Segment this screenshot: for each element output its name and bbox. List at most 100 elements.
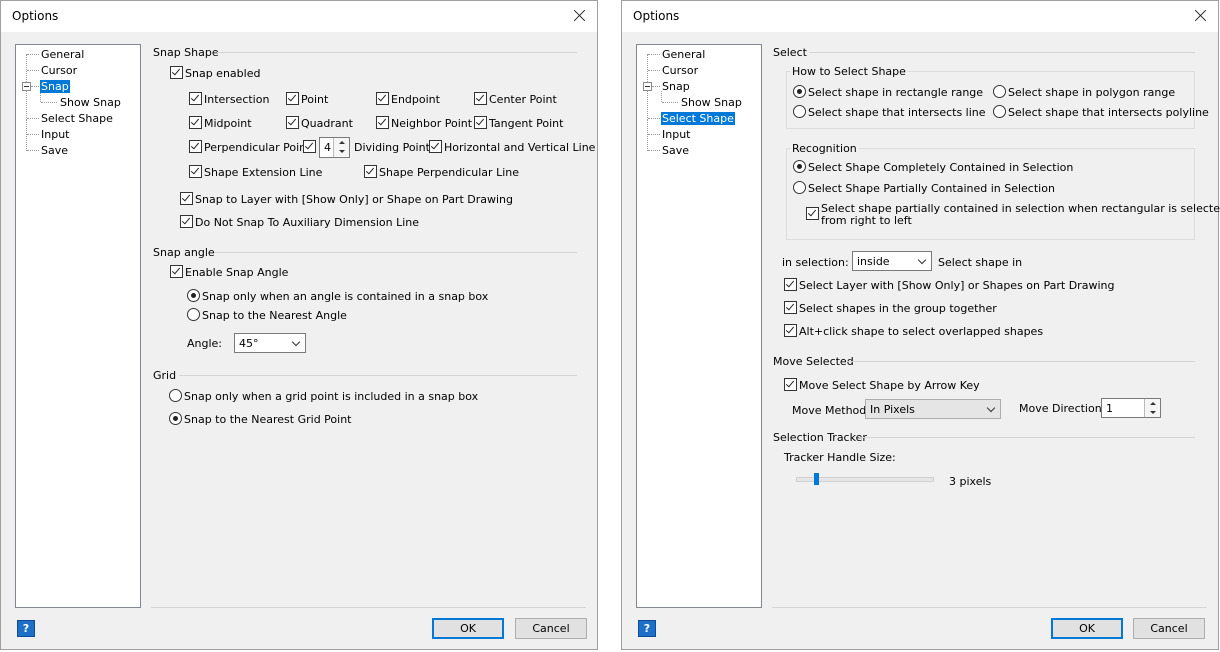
section-grid: Grid bbox=[153, 369, 177, 382]
dividing-point-label: Dividing Point bbox=[354, 141, 430, 154]
no-aux-dim-label: Do Not Snap To Auxiliary Dimension Line bbox=[195, 216, 420, 229]
tree-item-cursor[interactable]: Cursor bbox=[661, 64, 699, 77]
grid-nearest-label: Snap to the Nearest Grid Point bbox=[184, 413, 352, 426]
endpoint-label: Endpoint bbox=[391, 93, 440, 106]
tree-item-input[interactable]: Input bbox=[40, 128, 70, 141]
endpoint-checkbox[interactable] bbox=[376, 92, 389, 105]
cancel-button[interactable]: Cancel bbox=[515, 618, 587, 639]
grid-included-radio[interactable] bbox=[169, 389, 182, 402]
shape-extension-checkbox[interactable] bbox=[189, 165, 202, 178]
move-method-select[interactable]: In Pixels bbox=[865, 399, 1001, 419]
horizontal-vertical-checkbox[interactable] bbox=[429, 140, 442, 153]
section-selection-tracker: Selection Tracker bbox=[773, 431, 867, 444]
cancel-button[interactable]: Cancel bbox=[1133, 618, 1205, 639]
partially-contained-radio[interactable] bbox=[793, 181, 806, 194]
perpendicular-point-checkbox[interactable] bbox=[189, 140, 202, 153]
spin-down-icon[interactable] bbox=[1145, 408, 1160, 417]
collapse-icon[interactable] bbox=[643, 82, 652, 91]
select-polygon-radio[interactable] bbox=[993, 85, 1006, 98]
no-aux-dim-checkbox[interactable] bbox=[180, 215, 193, 228]
slider-thumb[interactable] bbox=[814, 473, 820, 485]
point-checkbox[interactable] bbox=[286, 92, 299, 105]
options-tree: General Cursor Snap Show Snap Select Sha… bbox=[636, 44, 762, 608]
section-select: Select bbox=[773, 46, 807, 59]
quadrant-checkbox[interactable] bbox=[286, 116, 299, 129]
dividing-count-stepper[interactable]: 4 bbox=[319, 137, 350, 158]
in-selection-suffix: Select shape in bbox=[938, 256, 1023, 269]
tree-item-snap[interactable]: Snap bbox=[661, 80, 691, 93]
tree-item-show-snap[interactable]: Show Snap bbox=[680, 96, 743, 109]
angle-select[interactable]: 45° bbox=[234, 333, 306, 353]
move-direction-label: Move Direction: bbox=[1019, 402, 1106, 415]
quadrant-label: Quadrant bbox=[301, 117, 353, 130]
options-tree: General Cursor Snap Show Snap Select Sha… bbox=[15, 44, 141, 608]
select-layer-checkbox[interactable] bbox=[784, 278, 797, 291]
completely-contained-radio[interactable] bbox=[793, 160, 806, 173]
angle-nearest-label: Snap to the Nearest Angle bbox=[202, 309, 347, 322]
spin-down-icon[interactable] bbox=[334, 147, 349, 156]
help-icon[interactable]: ? bbox=[638, 620, 656, 637]
tree-item-snap[interactable]: Snap bbox=[40, 80, 70, 93]
in-selection-value: inside bbox=[857, 255, 890, 268]
collapse-icon[interactable] bbox=[22, 82, 31, 91]
chevron-down-icon bbox=[292, 338, 301, 347]
tracker-handle-label: Tracker Handle Size: bbox=[784, 451, 896, 464]
close-icon[interactable] bbox=[569, 5, 591, 27]
angle-nearest-radio[interactable] bbox=[187, 308, 200, 321]
grid-included-label: Snap only when a grid point is included … bbox=[184, 390, 479, 403]
horizontal-vertical-label: Horizontal and Vertical Line bbox=[444, 141, 596, 154]
intersects-line-radio[interactable] bbox=[793, 105, 806, 118]
point-label: Point bbox=[301, 93, 329, 106]
shape-perpendicular-checkbox[interactable] bbox=[364, 165, 377, 178]
in-selection-select[interactable]: inside bbox=[852, 251, 932, 271]
alt-click-label: Alt+click shape to select overlapped sha… bbox=[799, 325, 1044, 338]
snap-enabled-checkbox[interactable] bbox=[170, 66, 183, 79]
midpoint-checkbox[interactable] bbox=[189, 116, 202, 129]
partially-contained-label: Select Shape Partially Contained in Sele… bbox=[808, 182, 1055, 195]
select-group-checkbox[interactable] bbox=[784, 301, 797, 314]
move-direction-stepper[interactable]: 1 bbox=[1101, 398, 1161, 418]
select-rect-radio[interactable] bbox=[793, 85, 806, 98]
dividing-count-value: 4 bbox=[324, 141, 331, 154]
intersects-polyline-radio[interactable] bbox=[993, 105, 1006, 118]
title-bar: Options bbox=[1, 1, 597, 32]
select-rect-label: Select shape in rectangle range bbox=[808, 86, 984, 99]
partially-rtl-checkbox[interactable] bbox=[806, 207, 819, 220]
angle-contained-label: Snap only when an angle is contained in … bbox=[202, 290, 489, 303]
tree-item-select-shape[interactable]: Select Shape bbox=[661, 112, 735, 125]
dividing-point-checkbox[interactable] bbox=[303, 140, 316, 153]
move-method-label: Move Method: bbox=[792, 404, 870, 417]
close-icon[interactable] bbox=[1190, 5, 1212, 27]
options-dialog-select: Options General Cursor Snap Show Snap Se… bbox=[621, 0, 1220, 650]
intersection-checkbox[interactable] bbox=[189, 92, 202, 105]
completely-contained-label: Select Shape Completely Contained in Sel… bbox=[808, 161, 1074, 174]
ok-button[interactable]: OK bbox=[1051, 618, 1123, 639]
tree-item-show-snap[interactable]: Show Snap bbox=[59, 96, 122, 109]
tree-item-select-shape[interactable]: Select Shape bbox=[40, 112, 114, 125]
tree-item-save[interactable]: Save bbox=[40, 144, 69, 157]
alt-click-checkbox[interactable] bbox=[784, 324, 797, 337]
section-move-selected: Move Selected bbox=[773, 355, 854, 368]
help-icon[interactable]: ? bbox=[17, 620, 35, 637]
tree-item-general[interactable]: General bbox=[40, 48, 85, 61]
tree-item-input[interactable]: Input bbox=[661, 128, 691, 141]
neighbor-point-label: Neighbor Point bbox=[391, 117, 473, 130]
ok-button[interactable]: OK bbox=[432, 618, 504, 639]
tangent-point-checkbox[interactable] bbox=[474, 116, 487, 129]
midpoint-label: Midpoint bbox=[204, 117, 252, 130]
tree-item-general[interactable]: General bbox=[661, 48, 706, 61]
center-point-checkbox[interactable] bbox=[474, 92, 487, 105]
intersection-label: Intersection bbox=[204, 93, 270, 106]
arrow-key-checkbox[interactable] bbox=[784, 378, 797, 391]
neighbor-point-checkbox[interactable] bbox=[376, 116, 389, 129]
grid-nearest-radio[interactable] bbox=[169, 412, 182, 425]
chevron-down-icon bbox=[987, 404, 996, 413]
section-snap-angle: Snap angle bbox=[153, 246, 215, 259]
snap-layer-checkbox[interactable] bbox=[180, 192, 193, 205]
dialog-title: Options bbox=[633, 9, 680, 23]
tracker-handle-value: 3 pixels bbox=[949, 475, 992, 488]
enable-snap-angle-checkbox[interactable] bbox=[170, 265, 183, 278]
tree-item-save[interactable]: Save bbox=[661, 144, 690, 157]
angle-contained-radio[interactable] bbox=[187, 289, 200, 302]
tree-item-cursor[interactable]: Cursor bbox=[40, 64, 78, 77]
